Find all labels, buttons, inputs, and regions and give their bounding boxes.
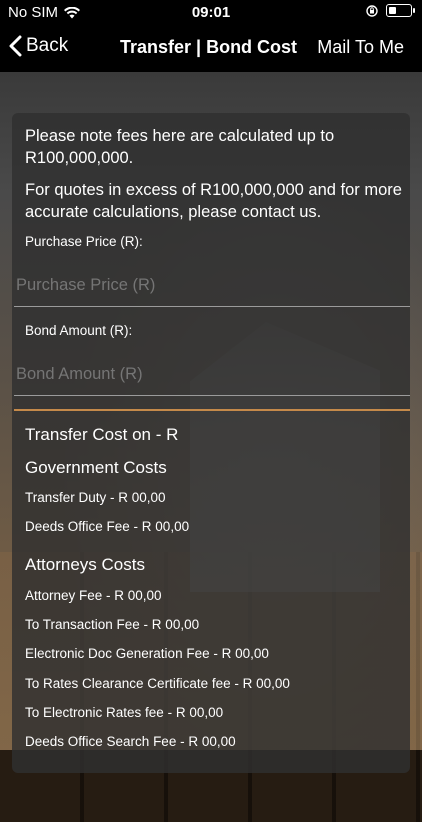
purchase-price-label: Purchase Price (R): (25, 234, 143, 249)
status-right (366, 4, 415, 17)
orientation-lock-icon (366, 4, 378, 17)
page-title: Transfer | Bond Cost (120, 37, 298, 57)
deeds-office-fee-row: Deeds Office Fee - R 00,00 (25, 519, 190, 534)
rates-clearance-fee-row: To Rates Clearance Certificate fee - R 0… (25, 676, 290, 691)
purchase-price-input[interactable] (14, 275, 414, 296)
status-bar: No SIM 09:01 (0, 0, 422, 24)
mail-to-me-button[interactable]: Mail To Me (317, 37, 404, 58)
attorney-fee-row: Attorney Fee - R 00,00 (25, 588, 162, 603)
fee-note: Please note fees here are calculated up … (25, 127, 335, 167)
battery-icon (386, 4, 415, 17)
attorneys-costs-heading: Attorneys Costs (25, 555, 145, 574)
section-divider (14, 409, 410, 411)
purchase-price-underline (14, 306, 410, 307)
quote-note: For quotes in excess of R100,000,000 and… (25, 181, 402, 221)
clock: 09:01 (191, 4, 231, 21)
back-label: Back (26, 35, 69, 56)
bond-amount-underline (14, 395, 410, 396)
electronic-rates-fee-row: To Electronic Rates fee - R 00,00 (25, 705, 224, 720)
bond-amount-label: Bond Amount (R): (25, 323, 133, 338)
transfer-duty-row: Transfer Duty - R 00,00 (25, 490, 166, 505)
navigation-bar: Back Transfer | Bond Cost Mail To Me (0, 24, 422, 72)
bond-amount-input[interactable] (14, 364, 414, 385)
chevron-left-icon (9, 35, 22, 57)
transaction-fee-row: To Transaction Fee - R 00,00 (25, 617, 200, 632)
back-button[interactable]: Back (8, 35, 68, 57)
government-costs-heading: Government Costs (25, 458, 167, 477)
deeds-search-fee-row: Deeds Office Search Fee - R 00,00 (25, 734, 236, 749)
electronic-doc-fee-row: Electronic Doc Generation Fee - R 00,00 (25, 646, 269, 661)
transfer-cost-total: Transfer Cost on - R (25, 425, 179, 444)
